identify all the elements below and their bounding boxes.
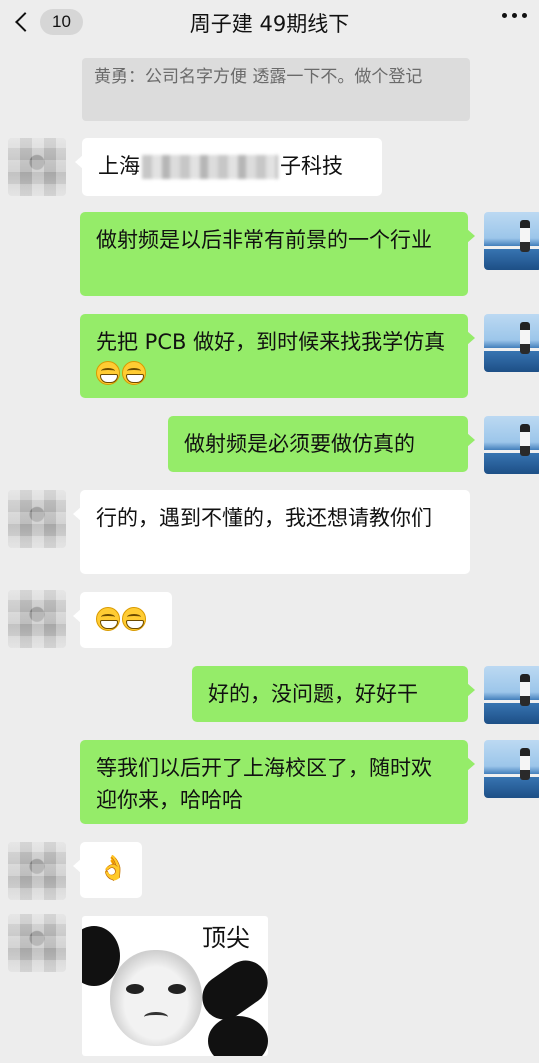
message-bubble-incoming[interactable]: 行的，遇到不懂的，我还想请教你们 <box>73 490 470 574</box>
message-bubble-outgoing[interactable]: 等我们以后开了上海校区了，随时欢迎你来，哈哈哈 <box>80 740 475 824</box>
message-bubble-outgoing[interactable]: 先把 PCB 做好，到时候来找我学仿真 <box>80 314 475 398</box>
my-avatar[interactable] <box>484 416 539 474</box>
grinning-face-icon <box>122 361 146 385</box>
my-avatar[interactable] <box>484 314 539 372</box>
quoted-message: 黄勇：公司名字方便 透露一下不。做个登记 <box>82 58 470 121</box>
grinning-face-icon <box>96 361 120 385</box>
sticker-caption: 顶尖 <box>202 924 250 952</box>
message-text: 做射频是必须要做仿真的 <box>184 432 415 456</box>
sticker-image[interactable]: 顶尖 <box>82 916 268 1056</box>
message-bubble-outgoing[interactable]: 好的，没问题，好好干 <box>192 666 475 722</box>
redacted-text <box>142 155 278 179</box>
message-bubble-incoming[interactable]: 👌 <box>73 842 142 898</box>
grinning-face-icon <box>96 607 120 631</box>
chat-header: 10 周子建 49期线下 <box>0 0 539 46</box>
message-text: 子科技 <box>280 154 343 178</box>
contact-avatar[interactable] <box>8 490 66 548</box>
my-avatar[interactable] <box>484 740 539 798</box>
message-bubble-incoming[interactable]: 上海 子科技 <box>75 138 382 196</box>
contact-avatar[interactable] <box>8 138 66 196</box>
message-bubble-incoming[interactable] <box>73 592 172 648</box>
contact-avatar[interactable] <box>8 590 66 648</box>
contact-avatar[interactable] <box>8 914 66 972</box>
message-bubble-outgoing[interactable]: 做射频是必须要做仿真的 <box>168 416 475 472</box>
message-bubble-outgoing[interactable]: 做射频是以后非常有前景的一个行业 <box>80 212 475 296</box>
message-text: 好的，没问题，好好干 <box>208 682 418 706</box>
message-text: 做射频是以后非常有前景的一个行业 <box>96 228 432 252</box>
grinning-face-icon <box>122 607 146 631</box>
message-text: 上海 <box>98 154 140 178</box>
message-text: 行的，遇到不懂的，我还想请教你们 <box>96 506 432 530</box>
ok-hand-icon: 👌 <box>98 854 128 882</box>
my-avatar[interactable] <box>484 666 539 724</box>
contact-avatar[interactable] <box>8 842 66 900</box>
more-options-icon[interactable] <box>502 13 527 18</box>
message-text: 先把 PCB 做好，到时候来找我学仿真 <box>96 330 446 354</box>
message-text: 等我们以后开了上海校区了，随时欢迎你来，哈哈哈 <box>96 756 432 812</box>
chat-title: 周子建 49期线下 <box>189 12 350 36</box>
my-avatar[interactable] <box>484 212 539 270</box>
